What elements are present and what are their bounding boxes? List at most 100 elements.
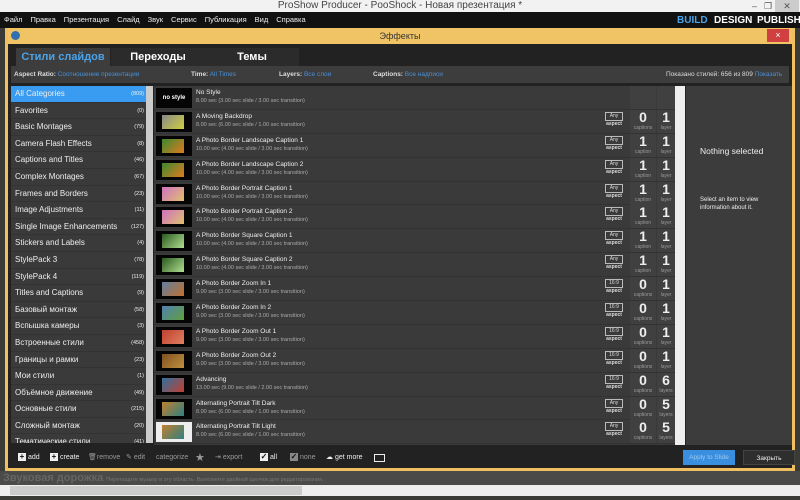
style-name: Advancing bbox=[196, 375, 227, 383]
category-item[interactable]: Объёмное движение (49) bbox=[11, 385, 146, 402]
category-item[interactable]: Camera Flash Effects (8) bbox=[11, 136, 146, 153]
style-duration: 10.00 sec (4.00 sec slide / 3.00 sec tra… bbox=[196, 265, 308, 272]
category-item[interactable]: StylePack 3 (78) bbox=[11, 252, 146, 269]
dialog-close-button[interactable]: × bbox=[767, 29, 789, 42]
window-titlebar: ProShow Producer - PooShock - Новая през… bbox=[0, 0, 800, 12]
menu-item[interactable]: Презентация bbox=[60, 12, 113, 28]
style-row[interactable]: no style No Style 8.00 sec (3.00 sec slide… bbox=[154, 86, 675, 110]
style-row[interactable]: A Photo Border Zoom Out 1 9.00 sec (3.00 … bbox=[154, 324, 675, 349]
category-item[interactable]: Тематические стили (41) bbox=[11, 434, 146, 443]
aspect-badge: Any aspect bbox=[605, 207, 623, 223]
maximize-button[interactable]: ❐ bbox=[764, 0, 772, 12]
style-list-scrollbar[interactable] bbox=[675, 86, 685, 445]
captions-filter[interactable]: Все надписи bbox=[405, 71, 443, 78]
menu-item[interactable]: Звук bbox=[144, 12, 167, 28]
add-button[interactable]: + add bbox=[18, 447, 40, 469]
favorite-star-icon[interactable]: ★ bbox=[195, 447, 205, 469]
style-duration: 8.00 sec (6.00 sec slide / 1.00 sec tran… bbox=[196, 408, 305, 415]
category-label: Camera Flash Effects bbox=[15, 138, 92, 148]
style-row[interactable]: Alternating Portrait Tilt Dark 8.00 sec (… bbox=[154, 396, 675, 421]
audio-track[interactable]: Звуковая дорожка Перетащите музыку в эту… bbox=[0, 471, 800, 485]
style-row[interactable]: A Photo Border Square Caption 2 10.00 sec… bbox=[154, 253, 675, 278]
style-duration: 9.00 sec (3.00 sec slide / 3.00 sec tran… bbox=[196, 336, 305, 343]
style-thumbnail bbox=[156, 183, 192, 204]
close-window-button[interactable]: ✕ bbox=[775, 0, 799, 12]
categorize-button[interactable]: categorize bbox=[156, 447, 188, 469]
category-item[interactable]: Complex Montages (67) bbox=[11, 169, 146, 186]
tab-slide-styles[interactable]: Стили слайдов bbox=[16, 48, 110, 66]
category-item[interactable]: Titles and Captions (9) bbox=[11, 285, 146, 302]
create-button[interactable]: + create bbox=[50, 447, 79, 469]
style-row[interactable]: Advancing 13.00 sec (9.00 sec slide / 2.0… bbox=[154, 372, 675, 397]
category-item[interactable]: Мои стили (1) bbox=[11, 368, 146, 385]
minimize-button[interactable]: – bbox=[752, 0, 757, 12]
mode-publish[interactable]: PUBLISH bbox=[757, 12, 800, 29]
style-row[interactable]: A Moving Backdrop 8.00 sec (6.00 sec slid… bbox=[154, 109, 675, 134]
close-dialog-button[interactable]: Закрыть bbox=[743, 450, 795, 465]
menu-item[interactable]: Правка bbox=[26, 12, 59, 28]
style-row[interactable]: Alternating Portrait Tilt Light 8.00 sec … bbox=[154, 420, 675, 445]
category-item[interactable]: All Categories (809) bbox=[11, 86, 146, 103]
apply-to-slide-button[interactable]: Apply to Slide bbox=[683, 450, 735, 465]
category-item[interactable]: Сложный монтаж (20) bbox=[11, 418, 146, 435]
category-count: (49) bbox=[134, 389, 144, 396]
style-row[interactable]: A Photo Border Portrait Caption 1 10.00 s… bbox=[154, 181, 675, 206]
export-button[interactable]: ⇥ export bbox=[215, 447, 242, 469]
tab-themes[interactable]: Темы bbox=[205, 48, 299, 66]
menu-item[interactable]: Справка bbox=[272, 12, 309, 28]
style-row[interactable]: A Photo Border Portrait Caption 2 10.00 s… bbox=[154, 205, 675, 230]
category-label: Single Image Enhancements bbox=[15, 221, 118, 231]
category-item[interactable]: Frames and Borders (23) bbox=[11, 186, 146, 203]
category-item[interactable]: Основные стили (215) bbox=[11, 401, 146, 418]
shown-count: Показано стилей: 656 из 809 bbox=[666, 71, 753, 78]
layers-count: 6 layers bbox=[657, 372, 675, 396]
layers-filter[interactable]: Все слои bbox=[304, 71, 331, 78]
category-item[interactable]: Stickers and Labels (4) bbox=[11, 235, 146, 252]
category-label: Stickers and Labels bbox=[15, 238, 85, 248]
category-count: (11) bbox=[134, 207, 144, 214]
category-item[interactable]: StylePack 4 (119) bbox=[11, 269, 146, 286]
window-icon[interactable] bbox=[374, 454, 385, 462]
plus-icon: + bbox=[50, 452, 58, 462]
select-all-button[interactable]: ✓ all bbox=[260, 447, 277, 469]
mode-design[interactable]: DESIGN bbox=[714, 12, 752, 29]
menu-item[interactable]: Вид bbox=[251, 12, 273, 28]
style-row[interactable]: A Photo Border Zoom In 1 9.00 sec (3.00 s… bbox=[154, 277, 675, 302]
category-item[interactable]: Basic Montages (79) bbox=[11, 119, 146, 136]
category-scrollbar[interactable] bbox=[146, 86, 153, 443]
tab-transitions[interactable]: Переходы bbox=[111, 48, 205, 66]
scrollbar-thumb[interactable] bbox=[10, 486, 302, 495]
category-item[interactable]: Встроенные стили (458) bbox=[11, 335, 146, 352]
category-label: Basic Montages bbox=[15, 122, 72, 132]
style-row[interactable]: A Photo Border Zoom In 2 9.00 sec (3.00 s… bbox=[154, 301, 675, 325]
category-item[interactable]: Границы и рамки (23) bbox=[11, 352, 146, 369]
category-label: StylePack 4 bbox=[15, 271, 58, 281]
edit-button[interactable]: ✎ edit bbox=[126, 447, 145, 469]
window-title: ProShow Producer - PooShock - Новая през… bbox=[277, 0, 523, 11]
remove-button[interactable]: 🗑remove bbox=[88, 447, 120, 469]
category-item[interactable]: Captions and Titles (46) bbox=[11, 152, 146, 169]
category-item[interactable]: Image Adjustments (11) bbox=[11, 202, 146, 219]
style-row[interactable]: A Photo Border Landscape Caption 2 10.00 … bbox=[154, 157, 675, 182]
timeline-scrollbar[interactable] bbox=[0, 485, 800, 496]
menu-item[interactable]: Публикация bbox=[201, 12, 251, 28]
category-item[interactable]: Single Image Enhancements (127) bbox=[11, 219, 146, 236]
style-row[interactable]: A Photo Border Zoom Out 2 9.00 sec (3.00 … bbox=[154, 348, 675, 373]
get-more-button[interactable]: ☁ get more bbox=[326, 447, 363, 469]
category-count: (23) bbox=[134, 190, 144, 197]
mode-build[interactable]: BUILD bbox=[677, 12, 708, 29]
category-item[interactable]: Базовый монтаж (58) bbox=[11, 302, 146, 319]
category-item[interactable]: Favorites (0) bbox=[11, 103, 146, 120]
menu-item[interactable]: Файл bbox=[0, 12, 26, 28]
category-count: (46) bbox=[134, 157, 144, 164]
style-row[interactable]: A Photo Border Square Caption 1 10.00 sec… bbox=[154, 229, 675, 254]
time-filter[interactable]: All Times bbox=[210, 71, 236, 78]
category-label: Complex Montages bbox=[15, 171, 84, 181]
aspect-filter[interactable]: Соотношение презентации bbox=[58, 71, 140, 78]
menu-item[interactable]: Слайд bbox=[113, 12, 144, 28]
style-list: no style No Style 8.00 sec (3.00 sec slide… bbox=[154, 86, 675, 445]
menu-item[interactable]: Сервис bbox=[167, 12, 201, 28]
style-row[interactable]: A Photo Border Landscape Caption 1 10.00 … bbox=[154, 133, 675, 158]
select-none-button[interactable]: ✓ none bbox=[290, 447, 316, 469]
category-item[interactable]: Вспышка камеры (3) bbox=[11, 318, 146, 335]
